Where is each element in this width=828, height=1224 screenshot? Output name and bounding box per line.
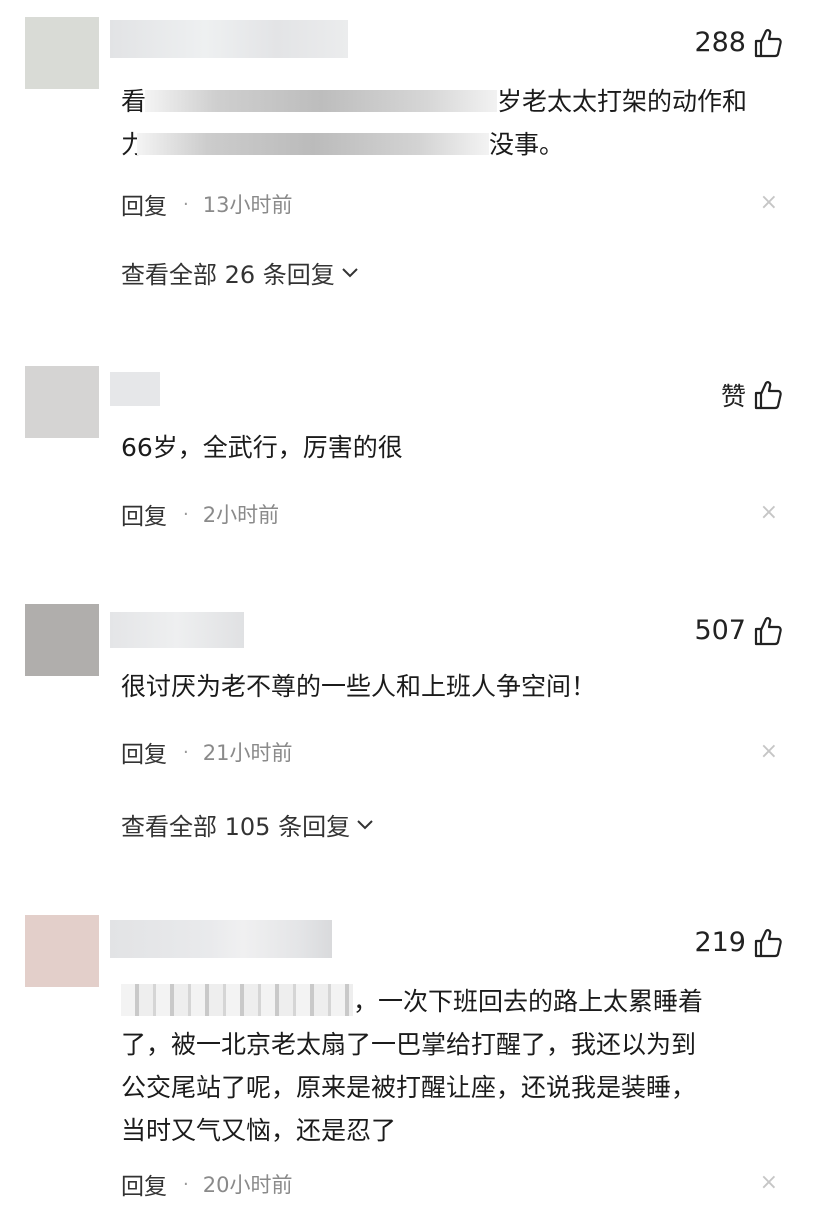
view-all-replies-button[interactable]: 查看全部 105 条回复 <box>121 807 374 842</box>
like-button[interactable]: 赞 <box>721 377 782 413</box>
username-redacted[interactable] <box>110 920 332 958</box>
comment-text: 很讨厌为老不尊的一些人和上班人争空间！ <box>121 672 597 701</box>
separator: · <box>183 503 189 525</box>
comment-text: 看 岁老太太打架的动作和 力 没事。 <box>121 87 748 159</box>
timestamp: 20小时前 <box>202 1173 293 1197</box>
redacted-text <box>137 133 489 155</box>
comment-text: 66岁，全武行，厉害的很 <box>121 433 403 462</box>
like-button[interactable]: 507 <box>694 615 782 646</box>
timestamp: 13小时前 <box>202 193 293 217</box>
avatar[interactable] <box>25 366 99 438</box>
username-redacted[interactable] <box>110 20 348 58</box>
view-all-replies-button[interactable]: 查看全部 26 条回复 <box>121 255 359 290</box>
close-icon[interactable]: × <box>760 1170 778 1195</box>
comment-meta: 回复 · 2小时前 <box>121 497 279 531</box>
thumbs-up-icon <box>754 28 782 57</box>
close-icon[interactable]: × <box>760 500 778 525</box>
like-count: 288 <box>694 27 746 58</box>
close-icon[interactable]: × <box>760 190 778 215</box>
comment-meta: 回复 · 13小时前 <box>121 187 292 221</box>
chevron-down-icon <box>342 267 358 277</box>
close-icon[interactable]: × <box>760 739 778 764</box>
comment-meta: 回复 · 21小时前 <box>121 735 292 769</box>
separator: · <box>183 193 189 215</box>
comment-meta: 回复 · 20小时前 <box>121 1167 292 1201</box>
separator: · <box>183 741 189 763</box>
like-button[interactable]: 288 <box>694 27 782 58</box>
redacted-text <box>121 984 353 1016</box>
timestamp: 2小时前 <box>202 503 280 527</box>
redacted-text <box>145 90 497 112</box>
reply-button[interactable]: 回复 <box>121 187 167 221</box>
username-redacted[interactable] <box>110 612 244 648</box>
timestamp: 21小时前 <box>202 741 293 765</box>
like-count: 219 <box>694 927 746 958</box>
like-count: 507 <box>694 615 746 646</box>
avatar[interactable] <box>25 17 99 89</box>
separator: · <box>183 1173 189 1195</box>
reply-button[interactable]: 回复 <box>121 1167 167 1201</box>
username-redacted[interactable] <box>110 372 160 406</box>
reply-button[interactable]: 回复 <box>121 735 167 769</box>
like-label: 赞 <box>720 382 746 411</box>
like-button[interactable]: 219 <box>694 927 782 958</box>
thumbs-up-icon <box>754 928 782 957</box>
comment-text: ，一次下班回去的路上太累睡着 了，被一北京老太扇了一巴掌给打醒了，我还以为到 公… <box>121 980 771 1152</box>
thumbs-up-icon <box>754 616 782 645</box>
reply-button[interactable]: 回复 <box>121 497 167 531</box>
avatar[interactable] <box>25 604 99 676</box>
thumbs-up-icon <box>754 381 782 410</box>
chevron-down-icon <box>357 819 373 829</box>
avatar[interactable] <box>25 915 99 987</box>
